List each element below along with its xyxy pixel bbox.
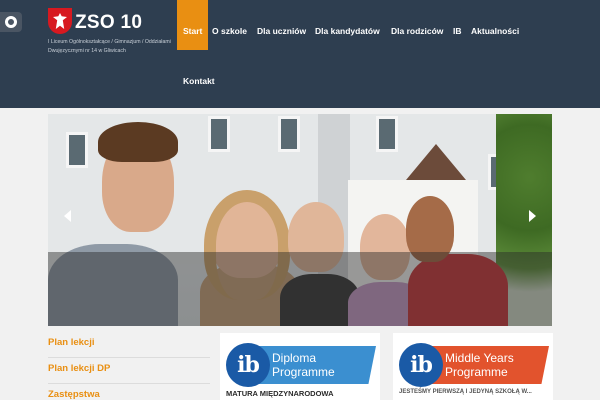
card-caption: JESTEŚMY PIERWSZĄ I JEDYNĄ SZKOŁĄ W... (399, 389, 532, 395)
hero-slider[interactable] (48, 114, 552, 326)
student-hair (98, 122, 178, 162)
programme-line1: Diploma (272, 351, 317, 365)
quick-links: Plan lekcji Plan lekcji DP Zastępstwa (48, 334, 210, 400)
site-subtitle: I Liceum Ogólnokształcące / Gimnazjum / … (48, 39, 171, 54)
site-header: ZSO 10 I Liceum Ogólnokształcące / Gimna… (0, 0, 600, 108)
chevron-left-icon[interactable] (64, 210, 71, 222)
nav-item-dla-rodzicow[interactable]: Dla rodziców (391, 0, 443, 50)
chevron-right-icon[interactable] (529, 210, 536, 222)
window (278, 116, 300, 152)
site-title[interactable]: ZSO 10 (75, 12, 142, 34)
programme-line1: Middle Years (445, 351, 514, 365)
slider-caption-overlay (48, 252, 552, 326)
nav-item-ib[interactable]: IB (453, 0, 462, 50)
programme-line2: Programme (445, 365, 508, 379)
link-plan-lekcji[interactable]: Plan lekcji (48, 334, 210, 358)
window (66, 132, 88, 168)
nav-item-start[interactable]: Start (177, 0, 209, 50)
window (208, 116, 230, 152)
nav-item-kontakt[interactable]: Kontakt (183, 50, 215, 100)
card-diploma-programme[interactable]: Diploma Programme ib MATURA MIĘDZYNARODO… (220, 333, 380, 400)
nav-item-aktualnosci[interactable]: Aktualności (471, 0, 519, 50)
accessibility-icon[interactable] (0, 12, 22, 32)
nav-item-o-szkole[interactable]: O szkole (212, 0, 247, 50)
card-middle-years-programme[interactable]: Middle Years Programme ib JESTEŚMY PIERW… (393, 333, 553, 400)
card-caption: MATURA MIĘDZYNARODOWA (226, 389, 334, 398)
ib-logo-icon: ib (399, 343, 443, 387)
link-plan-lekcji-dp[interactable]: Plan lekcji DP (48, 360, 210, 384)
ib-logo-icon: ib (226, 343, 270, 387)
eagle-emblem-icon[interactable] (48, 8, 72, 34)
nav-item-dla-uczniow[interactable]: Dla uczniów (257, 0, 306, 50)
window (376, 116, 398, 152)
programme-line2: Programme (272, 365, 335, 379)
nav-item-dla-kandydatow[interactable]: Dla kandydatów (315, 0, 380, 50)
link-zastepstwa[interactable]: Zastępstwa (48, 386, 210, 400)
